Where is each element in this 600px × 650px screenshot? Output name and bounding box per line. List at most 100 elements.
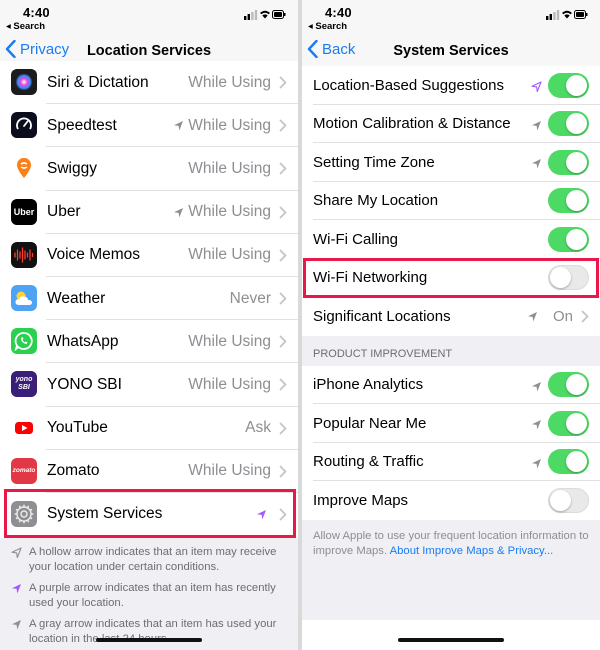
purple-location-arrow-icon xyxy=(12,584,21,594)
chevron-left-icon xyxy=(5,40,16,58)
section-header: PRODUCT IMPROVEMENT xyxy=(302,335,600,366)
swiggy-icon xyxy=(11,155,37,182)
service-row-motion-calibration-distance[interactable]: Motion Calibration & Distance xyxy=(302,104,600,143)
chevron-left-icon xyxy=(307,40,318,58)
service-row-significant-locations[interactable]: Significant Locations On xyxy=(302,297,600,336)
legend-text: A hollow arrow indicates that an item ma… xyxy=(29,546,277,573)
youtube-glyph xyxy=(15,421,33,434)
location-arrow xyxy=(531,156,542,174)
permission-value: While Using xyxy=(188,116,271,134)
zomato-logo-text: zomato xyxy=(12,467,36,475)
waveform-glyph xyxy=(14,247,34,263)
gear-glyph xyxy=(14,504,34,524)
status-icons xyxy=(546,10,588,20)
permission-value: While Using xyxy=(188,246,271,264)
about-improve-maps-link[interactable]: About Improve Maps & Privacy... xyxy=(390,545,554,557)
app-name: Voice Memos xyxy=(47,246,141,264)
app-row-system-services[interactable]: System Services xyxy=(0,492,298,537)
wi-fi-networking-toggle[interactable] xyxy=(548,265,589,291)
service-label: Motion Calibration & Distance xyxy=(313,115,511,133)
routing-traffic-toggle[interactable] xyxy=(548,449,589,475)
system-services-screen: 4:40 ◂ Search Back System Services Locat… xyxy=(302,0,600,650)
service-row-popular-near-me[interactable]: Popular Near Me xyxy=(302,404,600,443)
gray-location-arrow-icon xyxy=(532,381,541,391)
service-row-share-my-location[interactable]: Share My Location xyxy=(302,181,600,220)
app-row-swiggy[interactable]: Swiggy While Using xyxy=(0,147,298,191)
permission-value: While Using xyxy=(188,159,271,177)
gray-location-arrow-icon xyxy=(532,458,541,468)
service-row-wi-fi-networking[interactable]: Wi-Fi Networking xyxy=(302,258,600,297)
location-based-suggestions-toggle[interactable] xyxy=(548,72,589,98)
chevron-right-icon xyxy=(279,422,287,434)
service-row-location-based-suggestions[interactable]: Location-Based Suggestions xyxy=(302,66,600,105)
wi-fi-calling-toggle[interactable] xyxy=(548,226,589,252)
service-row-wi-fi-calling[interactable]: Wi-Fi Calling xyxy=(302,220,600,259)
location-permission: Never xyxy=(230,290,271,308)
app-row-siri-dictation[interactable]: Siri & Dictation While Using xyxy=(0,61,298,105)
permission-value: Never xyxy=(229,289,271,307)
back-to-search-link[interactable]: ◂ Search xyxy=(6,21,45,32)
home-indicator xyxy=(398,638,504,642)
chevron-right-icon xyxy=(279,465,287,478)
app-row-speedtest[interactable]: Speedtest While Using xyxy=(0,104,298,148)
service-row-improve-maps[interactable]: Improve Maps xyxy=(302,481,600,520)
legend-text: A purple arrow indicates that an item ha… xyxy=(29,582,276,609)
share-my-location-toggle[interactable] xyxy=(548,188,589,214)
app-row-weather[interactable]: Weather Never xyxy=(0,276,298,321)
yono-sbi-icon: yono SBI xyxy=(11,371,37,398)
app-row-youtube[interactable]: YouTube Ask xyxy=(0,406,298,450)
location-permission: While Using xyxy=(188,246,271,264)
back-button[interactable]: Back xyxy=(307,40,355,58)
back-button-privacy[interactable]: Privacy xyxy=(5,40,69,58)
app-row-zomato[interactable]: zomato Zomato While Using xyxy=(0,449,298,494)
sun-cloud-glyph xyxy=(15,291,32,305)
location-permission: While Using xyxy=(188,160,271,178)
chevron-right-icon xyxy=(279,335,287,348)
gray-location-arrow-icon xyxy=(532,159,541,169)
app-name: Uber xyxy=(47,203,81,221)
permission-value: While Using xyxy=(188,462,271,480)
hollow-location-arrow-icon xyxy=(11,547,22,558)
app-name: WhatsApp xyxy=(47,332,119,350)
service-row-routing-traffic[interactable]: Routing & Traffic xyxy=(302,442,600,481)
uber-logo-text: Uber xyxy=(13,206,35,217)
app-row-whatsapp[interactable]: WhatsApp While Using xyxy=(0,320,298,364)
system-services-list: Location-Based Suggestions Motion Calibra… xyxy=(302,66,600,620)
swiggy-glyph xyxy=(17,158,31,179)
status-bar: 4:40 ◂ Search xyxy=(0,0,298,34)
chevron-right-icon xyxy=(279,292,287,305)
app-name: YONO SBI xyxy=(47,375,122,393)
location-permission: While Using xyxy=(188,333,271,351)
legend-item-hollow: A hollow arrow indicates that an item ma… xyxy=(0,542,298,578)
app-name: Swiggy xyxy=(47,159,97,177)
chevron-right-icon xyxy=(279,119,287,132)
home-indicator xyxy=(96,638,202,642)
location-permission: While Using xyxy=(188,376,271,394)
service-label: Share My Location xyxy=(313,192,439,210)
location-permission: While Using xyxy=(173,203,271,221)
chevron-right-icon xyxy=(581,310,589,323)
chevron-right-icon xyxy=(279,162,287,175)
improve-maps-toggle[interactable] xyxy=(548,487,589,513)
back-button-label: Privacy xyxy=(20,40,70,58)
status-icons xyxy=(244,10,286,20)
legend-item-purple: A purple arrow indicates that an item ha… xyxy=(0,578,298,614)
arrow-legend: A hollow arrow indicates that an item ma… xyxy=(0,538,298,650)
app-row-uber[interactable]: Uber Uber While Using xyxy=(0,190,298,234)
iphone-analytics-toggle[interactable] xyxy=(548,372,589,398)
permission-value: While Using xyxy=(188,203,271,221)
location-arrow xyxy=(531,118,542,136)
popular-near-me-toggle[interactable] xyxy=(548,410,589,436)
setting-time-zone-toggle[interactable] xyxy=(548,149,589,175)
app-row-yono-sbi[interactable]: yono SBI YONO SBI While Using xyxy=(0,363,298,407)
youtube-icon xyxy=(11,414,37,441)
service-row-iphone-analytics[interactable]: iPhone Analytics xyxy=(302,365,600,404)
service-row-setting-time-zone[interactable]: Setting Time Zone xyxy=(302,143,600,182)
status-bar: 4:40 ◂ Search xyxy=(302,0,600,34)
location-permission: Ask xyxy=(245,419,271,437)
app-list: Siri & Dictation While Using Speedtest W… xyxy=(0,61,298,537)
app-row-voice-memos[interactable]: Voice Memos While Using xyxy=(0,233,298,278)
motion-calibration-distance-toggle[interactable] xyxy=(548,111,589,137)
back-to-search-link[interactable]: ◂ Search xyxy=(308,21,347,32)
section-header-label: PRODUCT IMPROVEMENT xyxy=(313,347,453,360)
